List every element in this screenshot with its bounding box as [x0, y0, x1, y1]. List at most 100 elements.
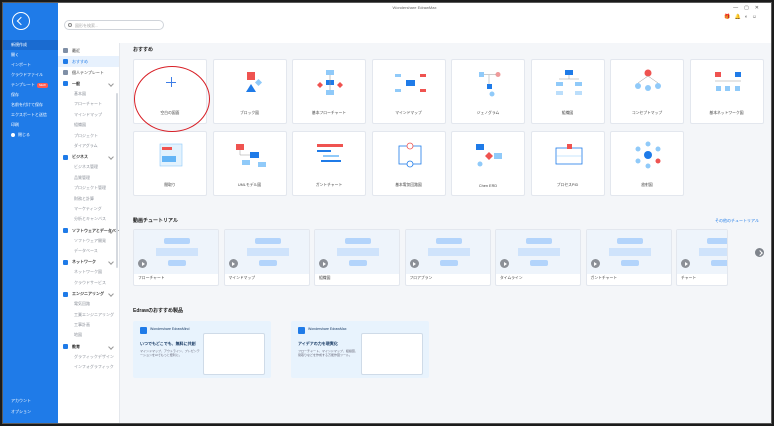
- category-item-24[interactable]: 電気回路: [58, 299, 119, 309]
- category-item-10[interactable]: ビジネス: [58, 151, 119, 162]
- template-card-7[interactable]: 基本ネットワーク図: [689, 59, 764, 124]
- category-item-19[interactable]: データベース: [58, 246, 119, 256]
- template-card-11[interactable]: 基本電気回路図: [371, 131, 446, 196]
- template-label: UMLモデル図: [237, 183, 262, 187]
- sidebar-scrollbar[interactable]: [116, 93, 118, 268]
- next-arrow-button[interactable]: [755, 248, 764, 257]
- minimize-icon[interactable]: —: [733, 5, 744, 11]
- category-item-27[interactable]: 地図: [58, 330, 119, 340]
- play-icon[interactable]: [138, 259, 147, 268]
- gift-icon[interactable]: 🎁: [724, 14, 734, 20]
- category-item-30[interactable]: インフォグラフィック: [58, 362, 119, 372]
- category-item-18[interactable]: ソフトウェア開発: [58, 236, 119, 246]
- category-item-9[interactable]: ダイアグラム: [58, 141, 119, 151]
- product-card-1[interactable]: Wondershare EdrawMax アイデアの力を現実化 フローチャート、マイ…: [291, 321, 429, 378]
- category-item-25[interactable]: 工業エンジニアリング: [58, 310, 119, 320]
- category-item-21[interactable]: ネットワーク図: [58, 267, 119, 277]
- category-item-15[interactable]: マーケティング: [58, 204, 119, 214]
- close-icon[interactable]: ✕: [755, 5, 765, 11]
- nav-item-8[interactable]: 印刷: [3, 120, 58, 130]
- category-item-17[interactable]: ソフトウェアとデータベース: [58, 225, 119, 236]
- back-button[interactable]: [12, 12, 30, 30]
- category-label: マーケティング: [74, 205, 102, 211]
- category-label: クラウドサービス: [74, 279, 106, 285]
- tutorial-card-1[interactable]: マインドマップ: [223, 229, 310, 286]
- play-icon[interactable]: [500, 259, 509, 268]
- category-item-1[interactable]: おすすめ: [58, 56, 119, 67]
- play-icon[interactable]: [319, 259, 328, 268]
- category-item-20[interactable]: ネットワーク: [58, 256, 119, 267]
- template-card-6[interactable]: コンセプトマップ: [610, 59, 684, 124]
- nav-item-5[interactable]: 保存: [3, 90, 58, 100]
- template-card-10[interactable]: ガントチャート: [292, 131, 366, 196]
- main-nav: 新規作成開く インポート クラウドファイル テンプレート NEW 保存 名前を付けて保存 エク…: [3, 3, 58, 423]
- category-label: 最近: [72, 48, 80, 53]
- category-label: 組織図: [74, 122, 86, 128]
- template-card-4[interactable]: ジェノグラム: [451, 59, 525, 124]
- nav-item-1[interactable]: 開く: [3, 50, 58, 60]
- template-card-9[interactable]: UMLモデル図: [212, 131, 287, 196]
- category-item-28[interactable]: 教育: [58, 341, 119, 352]
- nav-account[interactable]: アカウント: [3, 395, 58, 406]
- template-card-2[interactable]: 基本フローチャート: [292, 59, 366, 124]
- template-label: ブロック図: [240, 111, 259, 115]
- tutorial-card-4[interactable]: タイムライン: [495, 229, 581, 286]
- nav-item-3[interactable]: クラウドファイル: [3, 70, 58, 80]
- nav-item-label: 新規作成: [11, 42, 27, 47]
- play-icon[interactable]: [681, 259, 690, 268]
- category-item-4[interactable]: 基本図: [58, 89, 119, 99]
- top-icons: 🎁🔔◐☺: [724, 14, 761, 20]
- template-card-1[interactable]: ブロック図: [212, 59, 287, 124]
- tutorial-card-5[interactable]: ガントチャート: [585, 229, 672, 286]
- bell-icon[interactable]: 🔔: [735, 14, 745, 20]
- nav-item-7[interactable]: エクスポートと送信: [3, 110, 58, 120]
- category-item-2[interactable]: 個人テンプレート: [58, 67, 119, 78]
- mindmap-icon: [373, 60, 445, 108]
- nav-item-2[interactable]: インポート: [3, 60, 58, 70]
- category-item-0[interactable]: 最近: [58, 45, 119, 56]
- tutorial-card-2[interactable]: 組織図: [314, 229, 400, 286]
- template-card-3[interactable]: マインドマップ: [371, 59, 446, 124]
- category-item-16[interactable]: 分析とキャンバス: [58, 214, 119, 224]
- nav-item-6[interactable]: 名前を付けて保存: [3, 100, 58, 110]
- tutorial-card-3[interactable]: フロアプラン: [404, 229, 491, 286]
- play-icon[interactable]: [590, 259, 600, 268]
- nav-item-label: テンプレート: [11, 82, 35, 87]
- search-input[interactable]: 図形を検索...: [64, 20, 164, 30]
- nav-options[interactable]: オプション: [3, 406, 58, 417]
- category-item-22[interactable]: クラウドサービス: [58, 278, 119, 288]
- maximize-icon[interactable]: ▢: [744, 5, 755, 11]
- product-card-0[interactable]: Wondershare EdrawMind いつでもどこでも、無料に共創 マインドマ…: [133, 321, 271, 378]
- category-item-12[interactable]: 品質管理: [58, 173, 119, 183]
- nav-item-9[interactable]: 閉じる: [3, 130, 58, 140]
- play-icon[interactable]: [228, 259, 238, 268]
- category-item-8[interactable]: プロジェクト: [58, 131, 119, 141]
- category-item-14[interactable]: 財務と計算: [58, 194, 119, 204]
- category-item-23[interactable]: エンジニアリング: [58, 288, 119, 299]
- template-card-13[interactable]: プロセスPID: [530, 131, 605, 196]
- category-item-6[interactable]: マインドマップ: [58, 110, 119, 120]
- nav-item-4[interactable]: テンプレート NEW: [3, 80, 58, 90]
- category-item-26[interactable]: 工事計画: [58, 320, 119, 330]
- account-icon[interactable]: ☺: [752, 14, 761, 20]
- tutorial-card-0[interactable]: フローチャート: [133, 229, 219, 286]
- nav-item-0[interactable]: 新規作成: [3, 40, 58, 50]
- category-item-13[interactable]: プロジェクト管理: [58, 183, 119, 193]
- window-controls[interactable]: —▢✕: [733, 5, 765, 11]
- play-icon[interactable]: [409, 259, 419, 268]
- category-icon: [63, 81, 68, 87]
- product-brand: Wondershare EdrawMax: [308, 327, 347, 331]
- tutorial-card-6[interactable]: チャート: [676, 229, 728, 286]
- category-item-5[interactable]: フローチャート: [58, 99, 119, 109]
- category-item-11[interactable]: ビジネス管理: [58, 162, 119, 172]
- template-card-14[interactable]: 放射図: [610, 131, 684, 196]
- product-screenshot: [203, 333, 265, 375]
- template-card-8[interactable]: 間取り: [133, 131, 207, 196]
- skin-icon[interactable]: ◐: [745, 14, 752, 20]
- category-item-7[interactable]: 組織図: [58, 120, 119, 130]
- category-item-3[interactable]: 一般: [58, 78, 119, 89]
- template-card-12[interactable]: Chen ERD: [451, 131, 525, 196]
- template-card-5[interactable]: 組織図: [530, 59, 605, 124]
- category-item-29[interactable]: グラフィックデザイン: [58, 352, 119, 362]
- more-tutorials-link[interactable]: その他のチュートリアル: [715, 218, 759, 224]
